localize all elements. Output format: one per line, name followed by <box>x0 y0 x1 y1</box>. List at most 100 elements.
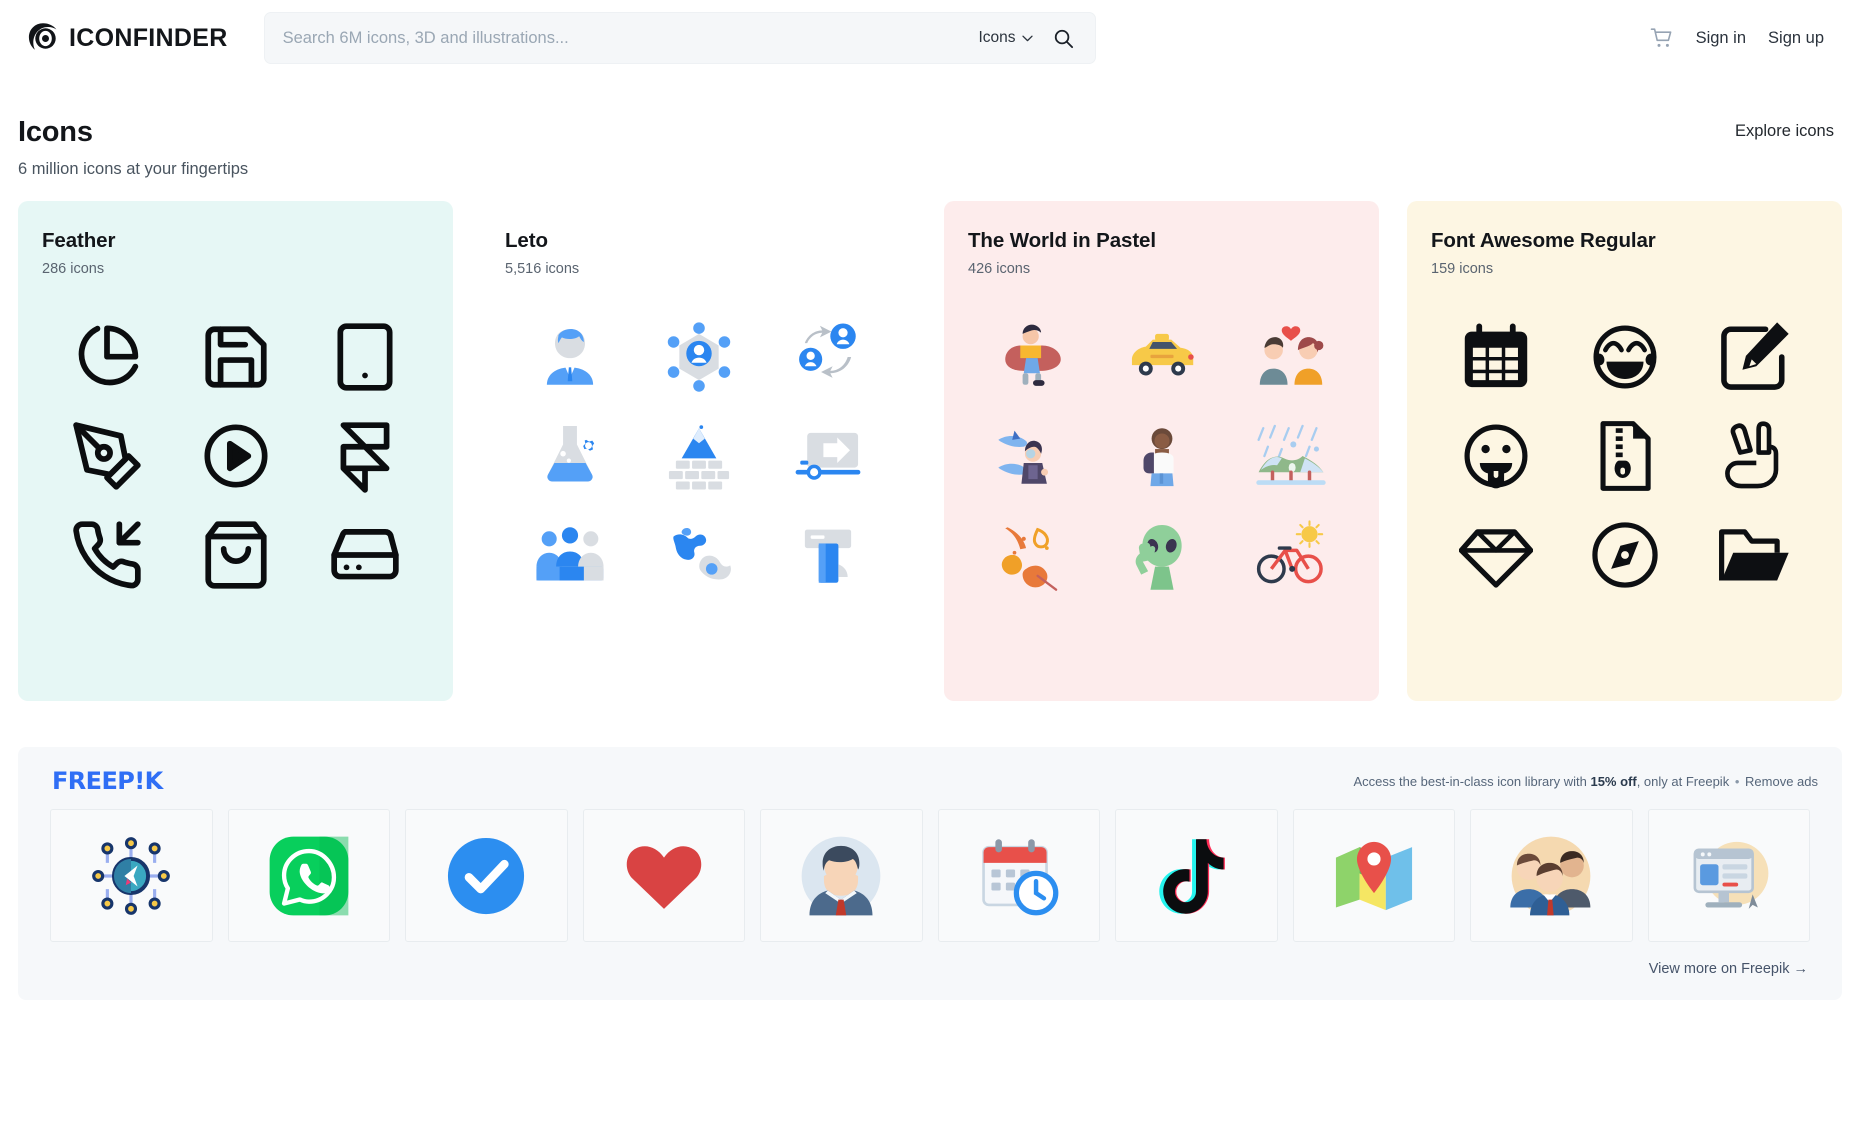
file-archive-icon[interactable] <box>1588 419 1662 493</box>
diver-sharks-icon[interactable] <box>996 419 1070 493</box>
alien-icon[interactable] <box>1125 518 1199 592</box>
set-preview-grid <box>42 307 429 604</box>
ad-tile[interactable] <box>1292 809 1455 943</box>
tablet-icon[interactable] <box>328 320 402 394</box>
freepik-logo[interactable]: FREEP!K <box>52 767 163 795</box>
search-scope-label: Icons <box>978 29 1016 46</box>
digital-marketing-icon <box>92 836 171 915</box>
ad-tile[interactable] <box>1470 809 1633 943</box>
set-count: 5,516 icons <box>505 261 580 278</box>
icon-set-cards: Feather 286 icons Leto 5,516 icons The W… <box>0 179 1860 702</box>
compass-icon[interactable] <box>1588 518 1662 592</box>
sign-in-link[interactable]: Sign in <box>1696 29 1746 48</box>
grin-beam-icon[interactable] <box>1588 320 1662 394</box>
taxi-icon[interactable] <box>1125 320 1199 394</box>
team-meeting-icon[interactable] <box>533 518 607 592</box>
bicycle-sun-icon[interactable] <box>1254 518 1328 592</box>
freepik-ad-note: Access the best-in-class icon library wi… <box>1353 774 1818 789</box>
shopping-cart-icon[interactable] <box>1650 26 1674 50</box>
freepik-ad-panel: FREEP!K Access the best-in-class icon li… <box>18 747 1842 1001</box>
set-count: 159 icons <box>1431 261 1494 278</box>
search-input[interactable] <box>282 13 973 63</box>
gem-icon[interactable] <box>1458 518 1533 592</box>
folder-open-icon[interactable] <box>1717 518 1791 592</box>
atm-card-icon[interactable] <box>791 518 865 592</box>
phone-incoming-icon[interactable] <box>70 518 144 592</box>
freepik-ad-footer: View more on Freepik → <box>40 960 1820 978</box>
heart-icon <box>626 846 702 909</box>
view-more-on-freepik-link[interactable]: View more on Freepik → <box>1649 961 1808 977</box>
businessman-icon[interactable] <box>533 320 607 394</box>
sign-up-link[interactable]: Sign up <box>1768 29 1824 48</box>
grin-tongue-icon[interactable] <box>1459 419 1533 493</box>
rainy-hills-icon[interactable] <box>1254 419 1328 493</box>
backpacker-icon[interactable] <box>1125 419 1199 493</box>
hand-peace-icon[interactable] <box>1717 419 1791 493</box>
iconfinder-mark-icon <box>28 23 57 50</box>
pen-tool-icon[interactable] <box>70 419 144 493</box>
page-heading-row: Icons 6 million icons at your fingertips… <box>0 76 1860 179</box>
flask-gear-icon[interactable] <box>533 419 607 493</box>
iconfinder-logo[interactable]: ICONFINDER <box>26 21 228 55</box>
ad-tile[interactable] <box>582 809 745 943</box>
site-header: ICONFINDER Icons Sign in Sign up <box>0 0 1860 76</box>
search-bar[interactable]: Icons <box>263 12 1096 64</box>
icon-set-card-the-world-in-pastel[interactable]: The World in Pastel 426 icons <box>944 201 1379 702</box>
ad-note-separator: • <box>1734 773 1740 789</box>
world-map-icon[interactable] <box>662 518 736 592</box>
ad-tile[interactable] <box>227 809 390 943</box>
businessman-avatar-icon <box>801 836 881 916</box>
ad-tile[interactable] <box>50 809 213 943</box>
remove-ads-link[interactable]: Remove ads <box>1745 774 1818 789</box>
set-preview-grid <box>505 307 892 604</box>
autumn-leaves-icon[interactable] <box>996 518 1070 592</box>
set-title: Leto <box>505 229 548 253</box>
whatsapp-icon <box>269 836 349 916</box>
ad-tile[interactable] <box>1115 809 1278 943</box>
framer-icon[interactable] <box>328 419 402 493</box>
freepik-ad-tiles <box>40 809 1820 943</box>
shopping-bag-icon[interactable] <box>199 518 273 592</box>
ad-note-prefix: Access the best-in-class icon library wi… <box>1353 773 1591 789</box>
web-design-icon <box>1693 841 1769 909</box>
icon-set-card-leto[interactable]: Leto 5,516 icons <box>481 201 916 702</box>
search-scope-dropdown[interactable]: Icons <box>973 29 1043 47</box>
page-title: Icons <box>18 116 93 148</box>
set-count: 426 icons <box>968 261 1031 278</box>
delivery-truck-icon[interactable] <box>791 419 865 493</box>
search-icon <box>1054 29 1074 48</box>
brand-wordmark: ICONFINDER <box>69 23 228 52</box>
set-preview-grid <box>968 307 1355 604</box>
page-subtitle: 6 million icons at your fingertips <box>18 160 249 179</box>
search-submit-button[interactable] <box>1047 21 1081 55</box>
set-preview-grid <box>1431 307 1818 604</box>
pen-square-icon[interactable] <box>1717 320 1791 394</box>
icon-set-card-feather[interactable]: Feather 286 icons <box>18 201 453 702</box>
firewall-icon[interactable] <box>662 419 736 493</box>
play-circle-icon[interactable] <box>199 419 273 493</box>
icon-set-card-font-awesome-regular[interactable]: Font Awesome Regular 159 icons <box>1407 201 1842 702</box>
save-icon[interactable] <box>199 320 273 394</box>
set-title: The World in Pastel <box>968 229 1156 253</box>
explore-icons-link[interactable]: Explore icons <box>1735 122 1834 141</box>
ad-tile[interactable] <box>1647 809 1810 943</box>
ad-tile[interactable] <box>760 809 923 943</box>
business-team-icon <box>1510 836 1591 916</box>
reading-person-icon[interactable] <box>996 320 1070 394</box>
calendar-clock-icon <box>982 839 1059 916</box>
check-circle-icon <box>448 837 525 914</box>
page-heading-text: Icons 6 million icons at your fingertips <box>18 116 1735 179</box>
ad-note-suffix: , only at Freepik <box>1636 773 1730 789</box>
tiktok-icon <box>1159 839 1226 914</box>
network-user-icon[interactable] <box>662 320 736 394</box>
ad-tile[interactable] <box>937 809 1100 943</box>
user-exchange-icon[interactable] <box>791 320 865 394</box>
couple-in-love-icon[interactable] <box>1254 320 1328 394</box>
hard-drive-icon[interactable] <box>328 518 402 592</box>
ad-discount: 15% off <box>1590 773 1637 789</box>
header-actions: Sign in Sign up <box>1650 26 1836 50</box>
ad-tile[interactable] <box>405 809 568 943</box>
pie-chart-icon[interactable] <box>70 320 144 394</box>
calendar-icon[interactable] <box>1459 320 1533 394</box>
set-title: Feather <box>42 229 116 253</box>
